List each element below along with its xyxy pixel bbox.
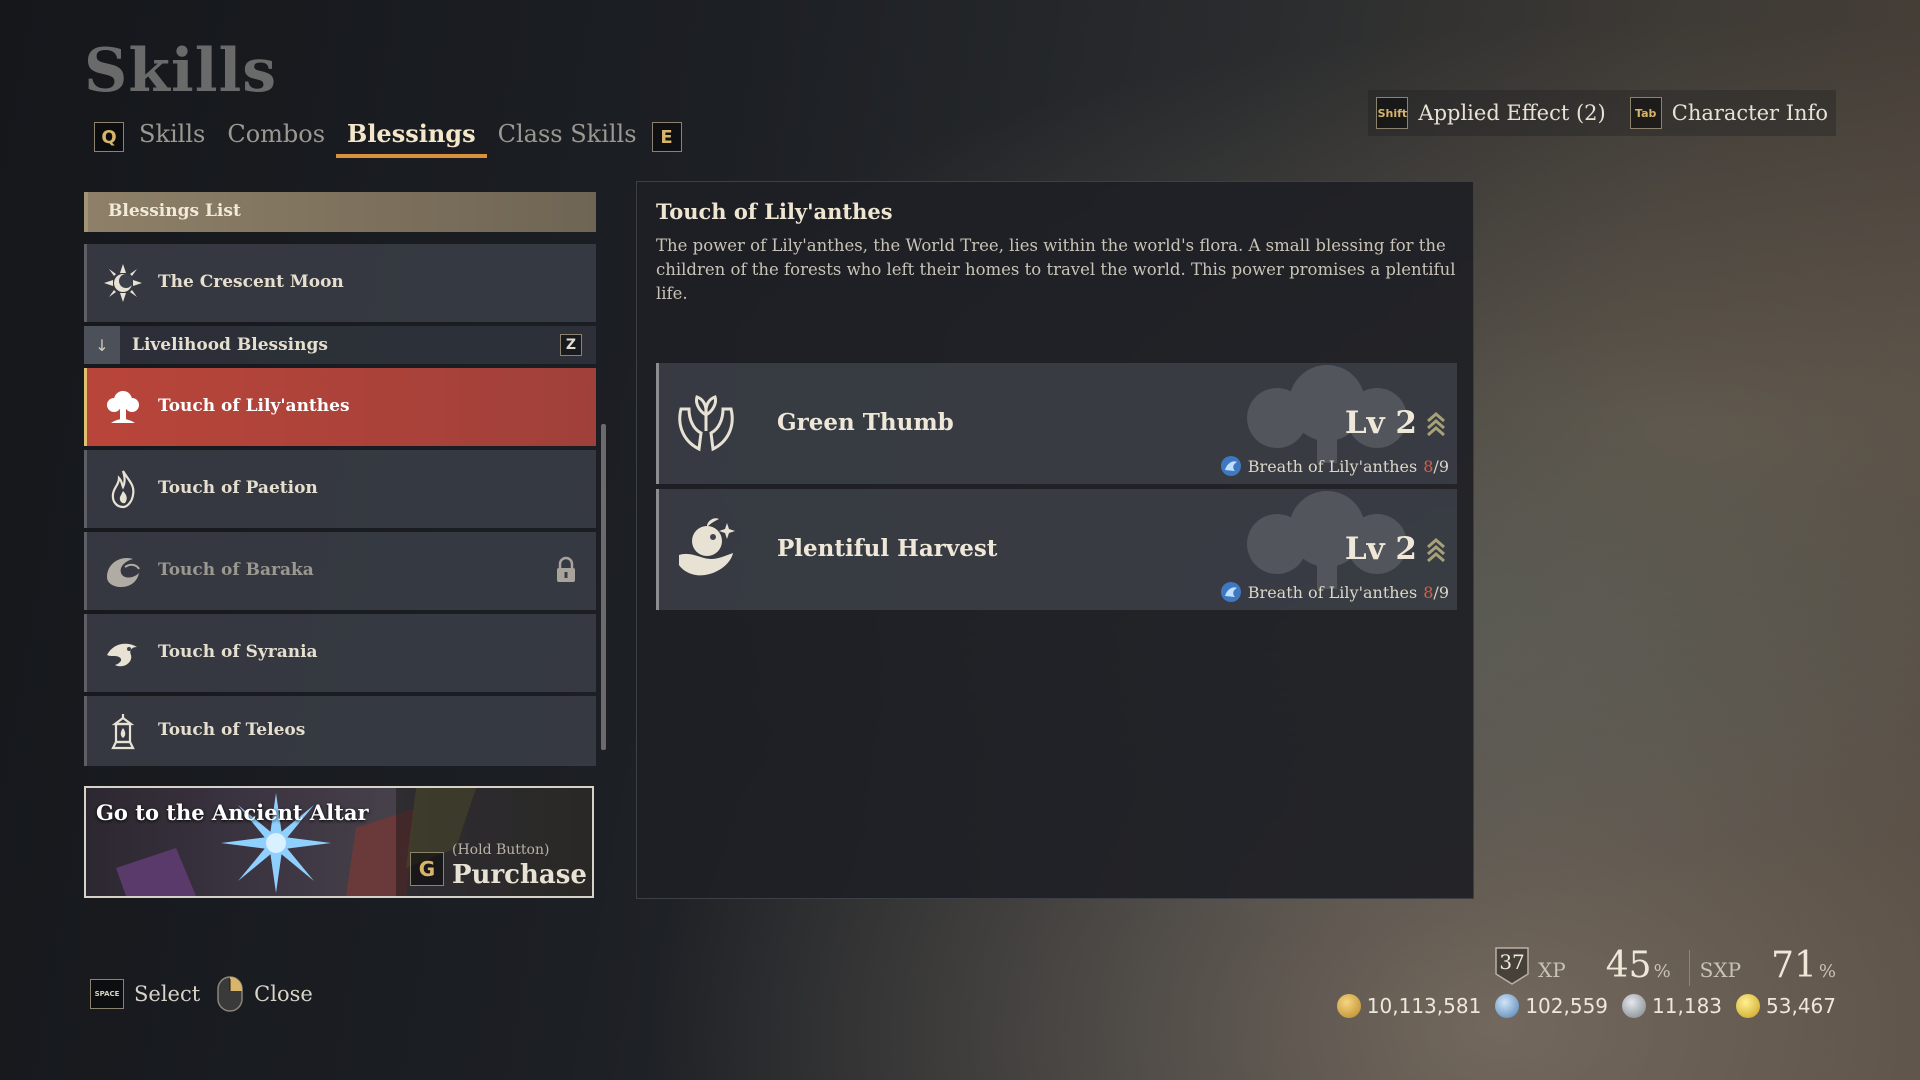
skill-resource: Breath of Lily'anthes 8/9 — [1220, 455, 1449, 477]
sxp-value: 71 — [1771, 945, 1817, 986]
list-item-label: Touch of Syrania — [158, 642, 318, 662]
gold-coin-icon — [1336, 994, 1361, 1018]
wave-icon — [103, 551, 143, 591]
hold-hint: (Hold Button) — [452, 842, 550, 858]
list-item-touch-of-syrania[interactable]: Touch of Syrania — [84, 614, 596, 692]
skill-card-green-thumb[interactable]: Green Thumb Lv 2 Breath of Lily'anthes 8… — [656, 363, 1457, 484]
skill-card-plentiful-harvest[interactable]: Plentiful Harvest Lv 2 Breath of Lily'an… — [656, 489, 1457, 610]
page-title: Skills — [84, 36, 278, 106]
bird-icon — [103, 633, 143, 673]
close-control[interactable]: Close — [216, 975, 313, 1013]
currency-value: 11,183 — [1652, 994, 1723, 1018]
currency-value: 53,467 — [1766, 994, 1836, 1018]
tab-prev-key[interactable]: Q — [94, 122, 124, 152]
list-item-label: The Crescent Moon — [158, 272, 344, 292]
tab-key: Tab — [1629, 97, 1662, 129]
currency-value: 102,559 — [1525, 994, 1609, 1018]
control-hints: SPACE Select Close — [90, 975, 313, 1013]
sxp-percent: % — [1818, 961, 1836, 982]
list-item-touch-of-paetion[interactable]: Touch of Paetion — [84, 450, 596, 528]
blessings-list-title: Blessings List — [108, 201, 241, 221]
crescent-moon-icon — [103, 263, 143, 303]
list-item-label: Touch of Paetion — [158, 478, 318, 498]
currency-silver: 11,183 — [1622, 994, 1722, 1018]
z-key[interactable]: Z — [560, 334, 582, 356]
tab-blessings[interactable]: Blessings — [336, 116, 487, 158]
space-key: SPACE — [90, 979, 124, 1009]
select-label: Select — [134, 982, 201, 1006]
level-value: 37 — [1499, 950, 1525, 974]
detail-title: Touch of Lily'anthes — [656, 199, 893, 224]
mouse-right-click-icon — [217, 976, 243, 1012]
skill-level: Lv 2 — [1344, 531, 1417, 567]
resource-current: 8 — [1423, 456, 1434, 476]
arrow-down-icon: ↓ — [84, 326, 120, 364]
character-info-button[interactable]: Tab Character Info — [1629, 97, 1828, 129]
select-control[interactable]: SPACE Select — [90, 979, 200, 1009]
tab-next-key[interactable]: E — [651, 122, 682, 152]
blessing-detail-panel: Touch of Lily'anthes The power of Lily'a… — [636, 181, 1474, 899]
resource-current: 8 — [1423, 582, 1434, 602]
skill-name: Green Thumb — [777, 409, 954, 436]
experience-stats: 37 XP 45 % SXP 71 % — [1494, 944, 1836, 986]
currency-bar: 10,113,581 102,559 11,183 53,467 — [1336, 994, 1836, 1018]
sxp-label: SXP — [1699, 958, 1742, 982]
blue-crystal-icon — [1495, 994, 1520, 1018]
breath-icon — [1220, 456, 1241, 476]
purchase-label: Purchase — [452, 860, 587, 890]
xp-percent: % — [1653, 961, 1671, 982]
tab-class-skills[interactable]: Class Skills — [487, 116, 648, 158]
resource-name: Breath of Lily'anthes — [1247, 582, 1418, 602]
resource-max: /9 — [1433, 456, 1449, 476]
level-up-chevron-icon — [1427, 412, 1445, 437]
close-label: Close — [254, 982, 313, 1006]
currency-star: 53,467 — [1736, 994, 1836, 1018]
resource-name: Breath of Lily'anthes — [1247, 456, 1418, 476]
g-key[interactable]: G — [410, 852, 444, 886]
lantern-icon — [103, 712, 143, 752]
livelihood-group-row[interactable]: ↓ Livelihood Blessings Z — [84, 326, 596, 364]
list-item-label: Touch of Teleos — [158, 720, 306, 740]
list-item-label: Touch of Lily'anthes — [158, 396, 350, 416]
lock-icon — [554, 556, 578, 584]
skill-name: Plentiful Harvest — [777, 535, 998, 562]
applied-effect-label: Applied Effect (2) — [1418, 101, 1606, 125]
list-item-touch-of-lilyanthes[interactable]: Touch of Lily'anthes — [84, 368, 596, 446]
flame-icon — [103, 469, 143, 509]
level-badge: 37 — [1494, 946, 1530, 986]
skill-resource: Breath of Lily'anthes 8/9 — [1220, 581, 1449, 603]
tree-icon — [103, 387, 143, 427]
list-item-touch-of-teleos[interactable]: Touch of Teleos — [84, 696, 596, 766]
sprout-hands-icon — [678, 395, 734, 452]
tab-combos[interactable]: Combos — [216, 116, 336, 158]
xp-label: XP — [1538, 958, 1566, 982]
list-item-label: Touch of Baraka — [158, 560, 314, 580]
applied-effect-button[interactable]: Shift Applied Effect (2) — [1376, 97, 1606, 129]
blessings-list-header: Blessings List — [84, 192, 596, 232]
tab-skills[interactable]: Skills — [128, 116, 216, 158]
altar-title: Go to the Ancient Altar — [96, 800, 369, 825]
breath-icon — [1220, 582, 1241, 602]
detail-description: The power of Lily'anthes, the World Tree… — [656, 236, 1456, 303]
harvest-hand-icon — [679, 518, 735, 576]
tab-bar: Q Skills Combos Blessings Class Skills E — [90, 116, 686, 158]
character-info-label: Character Info — [1671, 101, 1828, 125]
list-item-touch-of-baraka[interactable]: Touch of Baraka — [84, 532, 596, 610]
level-up-chevron-icon — [1427, 538, 1445, 563]
resource-max: /9 — [1433, 582, 1449, 602]
ancient-altar-banner[interactable]: Go to the Ancient Altar G (Hold Button) … — [84, 786, 594, 898]
silver-stone-icon — [1622, 994, 1647, 1018]
shift-key: Shift — [1376, 97, 1409, 129]
xp-value: 45 — [1605, 945, 1652, 986]
stats-divider — [1688, 950, 1690, 986]
gold-star-icon — [1736, 994, 1761, 1018]
list-item-crescent-moon[interactable]: The Crescent Moon — [84, 244, 596, 322]
currency-gold: 10,113,581 — [1336, 994, 1482, 1018]
skill-level: Lv 2 — [1344, 405, 1417, 441]
top-right-actions: Shift Applied Effect (2) Tab Character I… — [1368, 90, 1836, 136]
list-scrollbar[interactable] — [601, 424, 606, 750]
currency-value: 10,113,581 — [1366, 994, 1482, 1018]
group-label: Livelihood Blessings — [132, 335, 328, 355]
currency-blue: 102,559 — [1495, 994, 1608, 1018]
